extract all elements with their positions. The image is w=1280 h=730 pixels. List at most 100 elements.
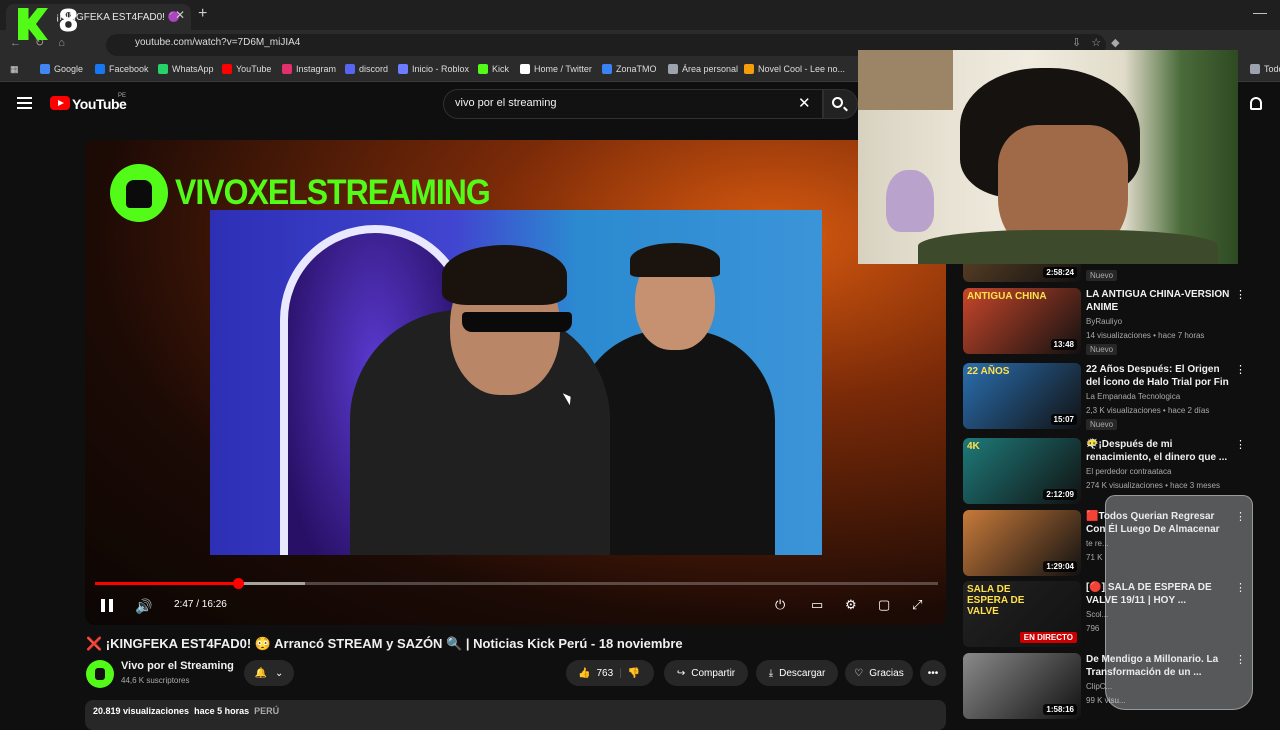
bookmark-home-twitter[interactable]: Home / Twitter (520, 64, 592, 74)
notifications-bell-icon[interactable] (1250, 97, 1262, 110)
new-badge: Nuevo (1086, 270, 1118, 281)
bookmark-google[interactable]: Google (40, 64, 83, 74)
menu-hamburger-icon[interactable] (17, 97, 32, 109)
recommendation-title[interactable]: LA ANTIGUA CHINA-VERSION ANIME (1086, 288, 1236, 314)
bookmark-favicon-icon (222, 64, 232, 74)
recommendation-title[interactable]: 22 Años Después: El Origen del Ícono de … (1086, 363, 1236, 389)
bookmark-favicon-icon (95, 64, 105, 74)
thumbnail-text: 4K (967, 441, 980, 452)
progress-scrubber[interactable] (233, 578, 245, 589)
recommendation-item[interactable]: ANTIGUA CHINA 13:48 LA ANTIGUA CHINA-VERSI… (963, 288, 1253, 355)
recommendation-channel[interactable]: ByRauliyo (1086, 317, 1122, 326)
recommendation-channel[interactable]: El perdedor contraataca (1086, 467, 1171, 476)
person-left-hair (442, 245, 567, 305)
subtitles-icon[interactable]: ▭ (811, 597, 823, 613)
duration-badge: 2:12:09 (1043, 489, 1077, 500)
recommendation-channel[interactable]: La Empanada Tecnologica (1086, 392, 1180, 401)
youtube-logo-icon[interactable] (50, 96, 70, 110)
volume-icon[interactable]: 🔊 (135, 598, 152, 615)
thanks-button[interactable]: ♡ Gracias (845, 660, 913, 686)
extension-icons[interactable]: ⇩☆◆ (1072, 36, 1130, 49)
duration-badge: 1:29:04 (1043, 561, 1077, 572)
webcam-person-shirt (918, 230, 1218, 264)
thumbnail-text: ANTIGUA CHINA (967, 291, 1047, 302)
bookmark-favicon-icon (668, 64, 678, 74)
settings-gear-icon[interactable]: ⚙ (845, 597, 857, 613)
sunglasses (462, 312, 572, 332)
more-options-icon[interactable]: ⋮ (1235, 363, 1246, 376)
tab-close-icon[interactable]: ✕ (175, 8, 185, 22)
time-display: 2:47 / 16:26 (174, 599, 227, 610)
share-button[interactable]: ↪ Compartir (664, 660, 748, 686)
recommendation-thumbnail[interactable]: ANTIGUA CHINA 13:48 (963, 288, 1081, 354)
bookmark-inicio-roblox[interactable]: Inicio - Roblox (398, 64, 469, 74)
apps-grid-icon[interactable]: ▦ (10, 64, 19, 75)
bookmark-favicon-icon (158, 64, 168, 74)
theater-mode-icon[interactable]: ▢ (878, 597, 890, 613)
bookmark-star-icon[interactable]: ☆ (1091, 37, 1111, 49)
webcam-shelf (858, 50, 953, 110)
recommendation-item[interactable]: 22 AÑOS 15:07 22 Años Después: El Origen d… (963, 363, 1253, 430)
subscriber-count: 44,6 K suscriptores (121, 676, 190, 685)
channel-avatar[interactable] (86, 660, 114, 688)
duration-badge: 15:07 (1050, 414, 1077, 425)
bookmark-favicon-icon (602, 64, 612, 74)
bookmark-whatsapp[interactable]: WhatsApp (158, 64, 214, 74)
recommendation-thumbnail[interactable]: 1:58:16 (963, 653, 1081, 719)
more-options-icon[interactable]: ⋮ (1235, 438, 1246, 451)
thumbnail-text: 22 AÑOS (967, 366, 1010, 377)
clear-search-icon[interactable]: ✕ (798, 94, 811, 112)
bookmark-favicon-icon (345, 64, 355, 74)
fullscreen-icon[interactable]: ⤢ (912, 597, 922, 613)
like-dislike-group[interactable]: 👍 763 | 👎 (566, 660, 654, 686)
search-query[interactable]: vivo por el streaming (455, 97, 557, 109)
new-tab-button[interactable]: + (198, 5, 207, 23)
bookmark-label: WhatsApp (172, 64, 214, 74)
autoplay-toggle-icon[interactable]: ⏻ (775, 597, 785, 613)
extension-icon[interactable]: ◆ (1111, 37, 1129, 49)
more-icon: ••• (927, 667, 939, 679)
live-badge: EN DIRECTO (1019, 632, 1077, 643)
bookmark-label: discord (359, 64, 389, 74)
channel-name[interactable]: Vivo por el Streaming (121, 660, 234, 672)
bookmark-facebook[interactable]: Facebook (95, 64, 149, 74)
webcam-overlay (858, 50, 1238, 264)
pause-icon[interactable] (101, 599, 113, 612)
bookmark-label: Todos los (1264, 64, 1280, 74)
download-button[interactable]: ⤓ Descargar (756, 660, 838, 686)
recommendation-title[interactable]: 😶‍🌫️¡Después de mi renacimiento, el dine… (1086, 438, 1236, 464)
description-meta: 20.819 visualizaciones hace 5 horas PERÚ (93, 706, 279, 716)
bookmark-youtube[interactable]: YouTube (222, 64, 271, 74)
like-icon[interactable]: 👍 (578, 668, 590, 679)
progress-fill (95, 582, 239, 585)
stream-brand-text: VIVOXELSTREAMING (175, 172, 491, 212)
recommendation-thumbnail[interactable]: 22 AÑOS 15:07 (963, 363, 1081, 429)
more-actions-button[interactable]: ••• (920, 660, 946, 686)
search-icon[interactable] (832, 97, 843, 108)
bookmark-label: Área personal (682, 64, 739, 74)
view-count: 20.819 visualizaciones (93, 706, 190, 716)
bookmark-kick[interactable]: Kick (478, 64, 509, 74)
bookmark--rea-personal[interactable]: Área personal (668, 64, 738, 74)
bookmark-novel-cool-lee-no-[interactable]: Novel Cool - Lee no... (744, 64, 845, 74)
share-label: Compartir (691, 667, 736, 679)
duration-badge: 1:58:16 (1043, 704, 1077, 715)
share-icon: ↪ (676, 667, 686, 679)
bookmark-discord[interactable]: discord (345, 64, 388, 74)
url-text[interactable]: youtube.com/watch?v=7D6M_miJIA4 (135, 37, 300, 48)
recommendation-thumbnail[interactable]: 1:29:04 (963, 510, 1081, 576)
bookmark-label: Google (54, 64, 84, 74)
recommendation-thumbnail[interactable]: 4K 2:12:09 (963, 438, 1081, 504)
subscribed-bell-button[interactable]: 🔔 ⌄ (244, 660, 294, 686)
more-options-icon[interactable]: ⋮ (1235, 288, 1246, 301)
recommendation-thumbnail[interactable]: SALA DE ESPERA DE VALVE EN DIRECTO (963, 581, 1081, 647)
bookmark-zonatmo[interactable]: ZonaTMO (602, 64, 657, 74)
dislike-icon[interactable]: 👎 (628, 668, 640, 679)
video-player[interactable]: VIVOXELSTREAMING 🔊 2:47 / 16:26 ⏻ ▭ ⚙ ▢ … (85, 140, 946, 625)
bookmark-todos-los[interactable]: Todos los (1250, 64, 1280, 74)
like-count: 763 (596, 667, 614, 679)
install-icon[interactable]: ⇩ (1072, 37, 1091, 49)
minimize-button[interactable]: — (1253, 4, 1267, 20)
bookmark-instagram[interactable]: Instagram (282, 64, 336, 74)
bookmark-favicon-icon (1250, 64, 1260, 74)
